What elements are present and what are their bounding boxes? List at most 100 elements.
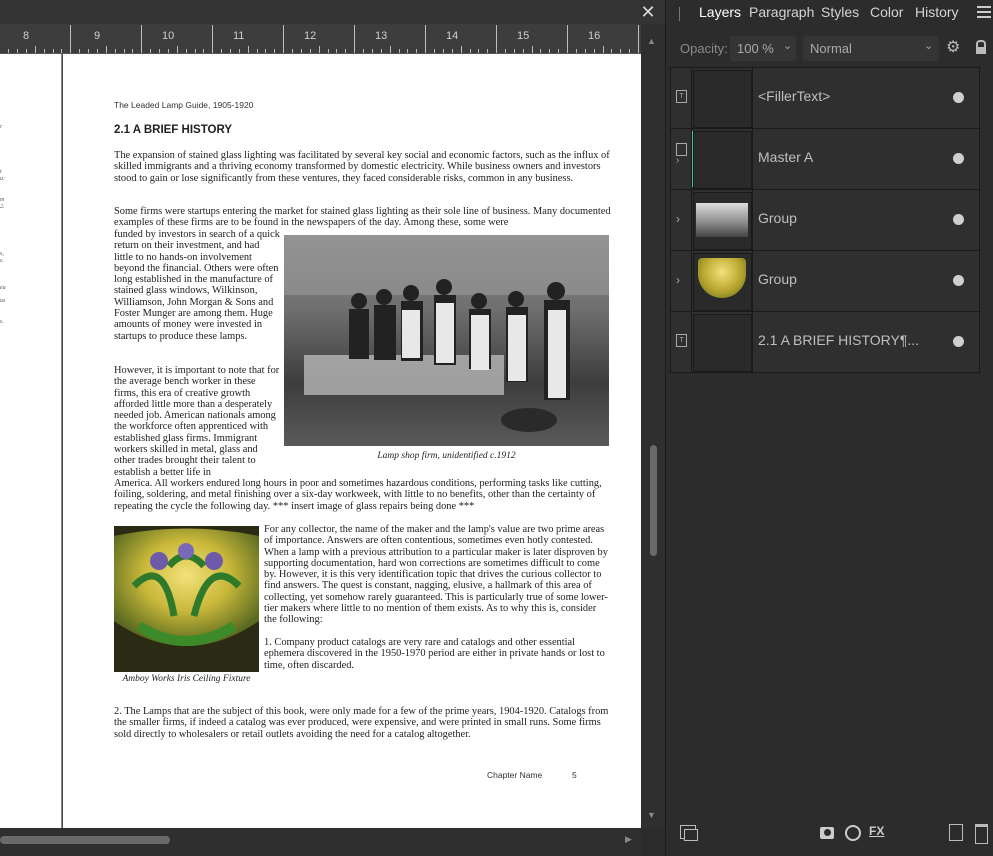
panel-menu-icon[interactable] — [977, 6, 991, 18]
visibility-dot-icon[interactable] — [953, 92, 964, 103]
previous-page-edge[interactable]: r t u: m 2. s, s. eu us s. — [0, 54, 62, 828]
expand-chevron-icon[interactable]: › — [676, 273, 688, 289]
visibility-dot-icon[interactable] — [953, 214, 964, 225]
ruler-tick — [141, 25, 143, 53]
ruler-tick — [52, 49, 54, 53]
ruler-tick — [79, 49, 81, 53]
horizontal-ruler[interactable]: 8 9 10 11 12 13 14 15 16 — [0, 24, 641, 54]
layer-row[interactable]: T 2.1 A BRIEF HISTORY¶... — [670, 311, 980, 373]
opacity-field[interactable]: 100 % ⌄ — [730, 36, 796, 61]
ruler-tick — [460, 46, 462, 53]
layer-name: 2.1 A BRIEF HISTORY¶... — [758, 332, 920, 348]
ruler-tick — [496, 25, 498, 53]
blend-mode-select[interactable]: Normal ⌄ — [803, 36, 939, 61]
layer-thumbnail — [693, 253, 752, 311]
ruler-tick — [327, 49, 329, 53]
footer-page-number: 5 — [572, 770, 577, 780]
lamp-image-shade — [114, 528, 259, 646]
ruler-tick — [549, 49, 551, 53]
ruler-tick — [265, 49, 267, 53]
expand-chevron-icon[interactable]: › — [676, 212, 688, 228]
ruler-tick — [194, 49, 196, 53]
adjustment-layer-icon[interactable] — [845, 825, 861, 841]
blend-mode-value: Normal — [810, 41, 852, 56]
tab-layers[interactable]: Layers — [699, 4, 741, 20]
visibility-dot-icon[interactable] — [953, 153, 964, 164]
ruler-tick — [425, 25, 427, 53]
vertical-scrollbar[interactable]: ▲ ▼ — [641, 24, 665, 828]
master-page-icon: › — [676, 143, 688, 166]
ruler-tick — [398, 49, 400, 53]
photo-caption: Lamp shop firm, unidentified c.1912 — [377, 451, 516, 461]
delete-layer-icon[interactable] — [975, 824, 988, 844]
layer-thumbnail — [693, 131, 752, 189]
layer-name: <FillerText> — [758, 88, 831, 104]
scroll-right-icon[interactable]: ▶ — [625, 834, 632, 845]
ruler-tick — [256, 49, 258, 53]
ruler-tick — [442, 49, 444, 53]
layer-row[interactable]: T <FillerText> — [670, 67, 980, 129]
ruler-tick — [611, 49, 613, 53]
arrange-layers-icon[interactable] — [680, 825, 698, 841]
ruler-tick — [88, 49, 90, 53]
chevron-down-icon: ⌄ — [924, 40, 934, 52]
horizontal-scroll-thumb[interactable] — [0, 836, 170, 844]
lamp-image[interactable] — [114, 526, 259, 672]
scroll-down-icon[interactable]: ▼ — [647, 810, 656, 820]
ruler-tick — [469, 49, 471, 53]
layer-name: Group — [758, 271, 797, 287]
ruler-tick — [478, 49, 480, 53]
ruler-tick — [96, 49, 98, 53]
ruler-tick — [150, 49, 152, 53]
ruler-number: 13 — [375, 30, 388, 42]
ruler-tick — [629, 49, 631, 53]
visibility-dot-icon[interactable] — [953, 275, 964, 286]
layers-list: T <FillerText> › Master A › Group › Grou… — [670, 67, 980, 373]
visibility-dot-icon[interactable] — [953, 336, 964, 347]
tab-paragraph[interactable]: Paragraph — [749, 4, 814, 20]
layer-thumbnail — [693, 314, 752, 372]
tab-history[interactable]: History — [915, 4, 959, 20]
ruler-tick — [17, 49, 19, 53]
lock-icon[interactable] — [976, 40, 986, 54]
panel-grip[interactable] — [679, 7, 680, 21]
ruler-tick — [159, 49, 161, 53]
ruler-number: 14 — [446, 30, 459, 42]
ruler-number: 9 — [94, 30, 101, 42]
ruler-tick — [575, 49, 577, 53]
layer-row[interactable]: › Master A — [670, 128, 980, 190]
layer-row[interactable]: › Group — [670, 189, 980, 251]
layers-bottom-toolbar: FX — [670, 818, 993, 856]
mask-layer-icon[interactable] — [820, 827, 834, 839]
running-head: The Leaded Lamp Guide, 1905-1920 — [114, 100, 254, 110]
vertical-scroll-thumb[interactable] — [650, 445, 657, 556]
scroll-up-icon[interactable]: ▲ — [647, 36, 656, 46]
body-paragraph-1: The expansion of stained glass lighting … — [114, 150, 610, 184]
ruler-tick — [185, 49, 187, 53]
ruler-tick — [300, 49, 302, 53]
workshop-photo[interactable] — [284, 235, 609, 446]
tab-styles[interactable]: Styles — [821, 4, 859, 20]
document-page[interactable]: The Leaded Lamp Guide, 1905-1920 2.1 A B… — [63, 54, 641, 828]
fx-icon[interactable]: FX — [869, 824, 884, 838]
layer-row[interactable]: › Group — [670, 250, 980, 312]
ruler-tick — [354, 25, 356, 53]
ruler-tick — [132, 49, 134, 53]
ruler-tick — [584, 49, 586, 53]
ruler-tick — [620, 49, 622, 53]
body-paragraph-2-top: Some firms were startups entering the ma… — [114, 206, 611, 229]
tab-color[interactable]: Color — [870, 4, 903, 20]
ruler-tick — [123, 49, 125, 53]
ruler-number: 15 — [517, 30, 530, 42]
ruler-tick — [513, 49, 515, 53]
layer-thumbnail — [693, 70, 752, 128]
body-paragraph-3-full: America. All workers endured long hours … — [114, 478, 602, 512]
ruler-tick — [345, 49, 347, 53]
close-icon[interactable]: ✕ — [638, 2, 658, 22]
add-pixel-layer-icon[interactable] — [949, 824, 963, 841]
body-paragraph-4: For any collector, the name of the maker… — [264, 524, 608, 626]
workshop-photo-figures — [284, 235, 609, 432]
ruler-tick — [567, 25, 569, 53]
body-paragraph-2-wrap: funded by investors in search of a quick… — [114, 229, 280, 342]
gear-icon[interactable]: ⚙ — [946, 37, 960, 57]
